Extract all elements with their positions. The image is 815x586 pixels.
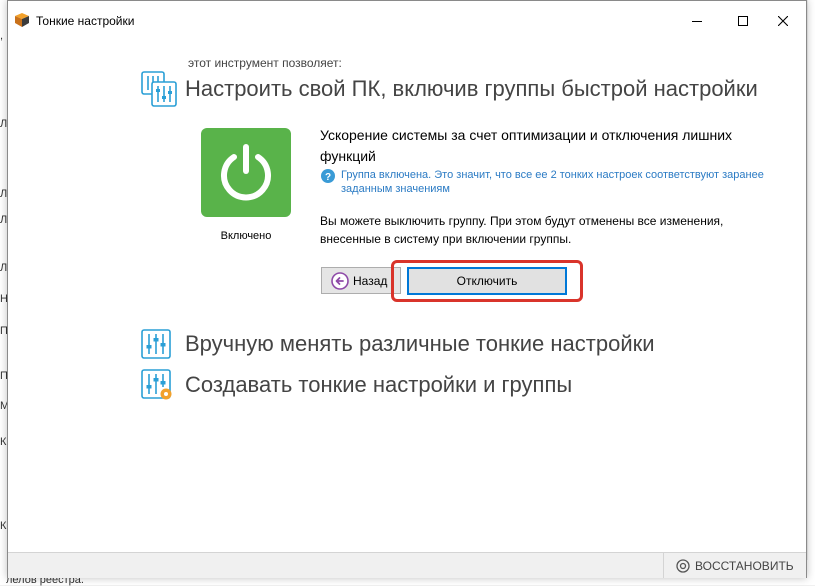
svg-text:?: ? <box>325 172 331 183</box>
group-status-label: Включено <box>220 230 272 242</box>
background-fragment: К <box>0 436 7 448</box>
sliders-icon <box>141 329 171 359</box>
status-bar: ВОССТАНОВИТЬ <box>8 552 806 578</box>
group-description: Ускорение системы за счет оптимизации и … <box>320 127 733 164</box>
section-create-tweaks: Создавать тонкие настройки и группы <box>141 369 572 401</box>
sliders-gear-icon <box>141 369 172 400</box>
back-arrow-icon <box>331 271 349 290</box>
back-button-label: Назад <box>353 273 388 288</box>
restore-icon <box>676 558 690 573</box>
restore-label: ВОССТАНОВИТЬ <box>695 558 794 573</box>
section-manual-tweaks: Вручную менять различные тонкие настройк… <box>141 329 655 359</box>
minimize-button[interactable] <box>674 1 720 41</box>
background-app-right-strip <box>808 0 815 585</box>
power-icon <box>221 143 271 200</box>
group-info-text: Группа включена. Это значит, что все ее … <box>341 169 764 195</box>
close-icon <box>778 16 788 26</box>
intro-text: этот инструмент позволяет: <box>188 56 342 70</box>
close-button[interactable] <box>760 1 806 41</box>
restore-button[interactable]: ВОССТАНОВИТЬ <box>663 553 806 578</box>
group-info: ? Группа включена. Это значит, что все е… <box>321 168 791 196</box>
background-fragment: К <box>0 520 7 532</box>
sliders-group-icon <box>141 71 177 107</box>
disable-group-button[interactable]: Отключить <box>407 267 567 295</box>
title-bar[interactable]: Тонкие настройки <box>8 1 806 41</box>
minimize-icon <box>692 21 702 22</box>
maximize-icon <box>738 16 748 26</box>
help-icon: ? <box>321 169 335 183</box>
back-button[interactable]: Назад <box>321 267 401 294</box>
background-fragment: , <box>0 30 4 42</box>
group-toggle-tile[interactable] <box>201 128 291 217</box>
tweaks-dialog: Тонкие настройки этот инструмент позволя… <box>7 0 807 578</box>
section-create-title[interactable]: Создавать тонкие настройки и группы <box>185 372 572 398</box>
disable-warning-text: Вы можете выключить группу. При этом буд… <box>320 214 724 246</box>
section-manual-title[interactable]: Вручную менять различные тонкие настройк… <box>185 331 655 357</box>
section-quick-setup: Настроить свой ПК, включив группы быстро… <box>141 71 758 107</box>
section-quick-title[interactable]: Настроить свой ПК, включив группы быстро… <box>185 76 758 102</box>
window-title: Тонкие настройки <box>36 14 135 28</box>
app-logo-icon <box>14 13 30 32</box>
